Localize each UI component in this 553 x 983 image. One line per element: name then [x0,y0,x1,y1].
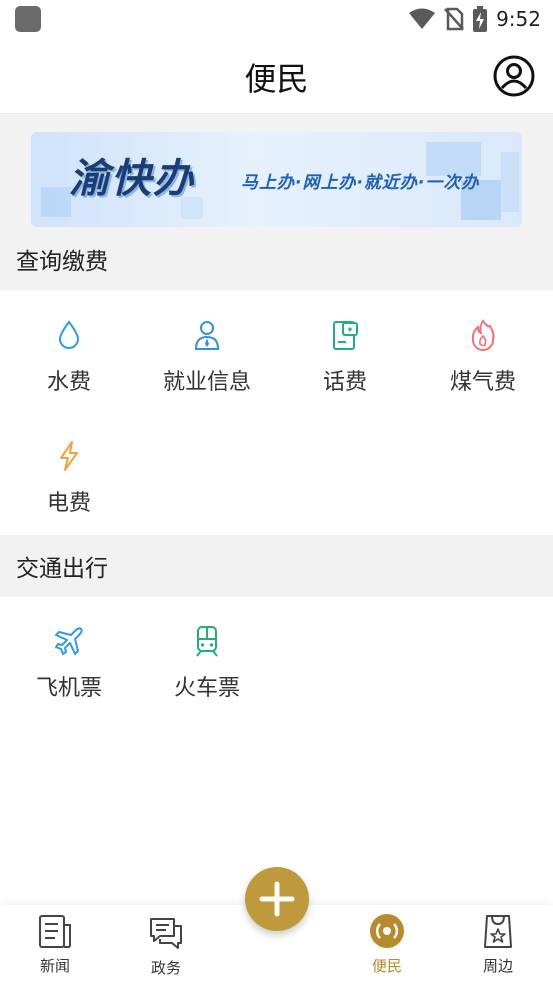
person-tie-icon [194,321,220,350]
app-notification-icon [15,6,41,32]
nav-label: 便民 [371,957,402,975]
section-header-payments: 查询缴费 [0,228,553,290]
banner-logo: 渝快办 [69,156,195,202]
service-phone-bill[interactable]: 话费 [276,318,414,396]
service-label: 话费 [322,370,367,395]
flame-icon [471,319,495,351]
shopping-bag-icon [484,915,512,948]
service-label: 就业信息 [162,370,251,395]
status-icons: 9:52 [408,4,541,34]
phone-bill-icon [333,321,358,350]
nav-item-convenience[interactable]: 便民 [347,913,427,976]
service-employment-info[interactable]: 就业信息 [138,318,276,396]
water-drop-icon [58,320,80,349]
news-icon [39,915,71,948]
plus-icon [259,881,295,917]
nav-item-nearby[interactable]: 周边 [458,913,538,976]
promo-banner[interactable]: 渝快办 马上办·网上办·就近办·一次办 [31,132,522,227]
section-title: 查询缴费 [16,249,108,275]
service-label: 水费 [46,370,91,395]
chat-icon [150,918,182,949]
nav-label: 政务 [150,959,181,977]
service-label: 火车票 [173,676,240,701]
status-bar: 9:52 [0,0,553,40]
status-time: 9:52 [496,7,541,31]
service-train-ticket[interactable]: 火车票 [138,624,276,702]
no-sim-icon [444,7,465,31]
banner-area: 渝快办 马上办·网上办·就近办·一次办 [0,114,553,228]
airplane-icon [55,627,83,655]
wifi-icon [409,8,436,29]
section-header-transport: 交通出行 [0,535,553,597]
service-label: 煤气费 [449,370,516,395]
service-electricity-bill[interactable]: 电费 [0,439,138,517]
service-water-bill[interactable]: 水费 [0,318,138,396]
app-header: 便民 [0,40,553,114]
nav-item-news[interactable]: 新闻 [15,913,95,976]
service-label: 飞机票 [35,676,102,701]
broadcast-icon [370,914,404,948]
profile-icon[interactable] [493,55,535,97]
battery-charging-icon [473,6,488,32]
add-button[interactable] [245,867,309,931]
service-air-ticket[interactable]: 飞机票 [0,624,138,702]
lightning-icon [60,441,78,471]
service-label: 电费 [46,491,91,516]
page-title: 便民 [244,60,309,98]
nav-label: 新闻 [39,957,70,975]
service-gas-bill[interactable]: 煤气费 [414,318,552,396]
section-title: 交通出行 [16,556,108,582]
nav-item-government[interactable]: 政务 [126,915,206,978]
train-icon [196,626,218,657]
banner-slogan: 马上办·网上办·就近办·一次办 [241,173,480,193]
nav-label: 周边 [482,957,513,975]
